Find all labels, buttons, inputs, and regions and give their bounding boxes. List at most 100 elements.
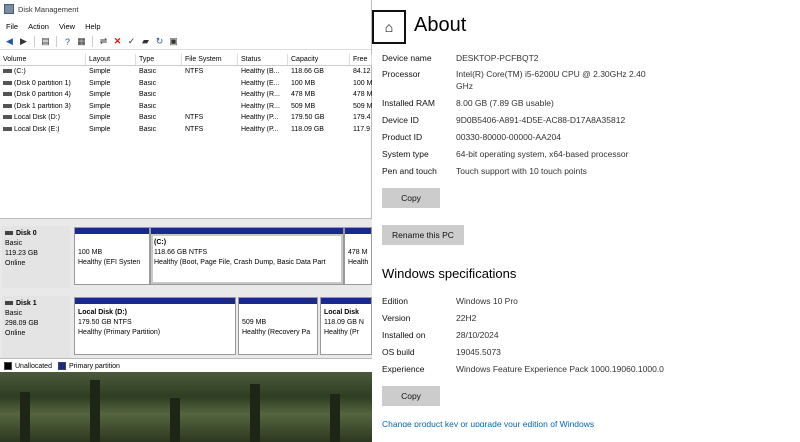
volume-cell: Simple — [89, 102, 111, 110]
forward-arrow-icon[interactable]: ▶ — [18, 36, 29, 47]
column-volume[interactable]: Volume — [0, 54, 86, 65]
volume-row[interactable]: (C:) Simple Basic NTFS Healthy (B... 118.66 G… — [0, 66, 372, 78]
volume-table: Volume Layout Type File System Status Ca… — [0, 54, 372, 135]
volume-cell: 118.09 GB — [291, 125, 324, 133]
column-layout[interactable]: Layout — [86, 54, 136, 65]
menu-file[interactable]: File — [6, 22, 18, 31]
rename-pc-button[interactable]: Rename this PC — [382, 225, 464, 245]
disk-name: Disk 1 — [16, 300, 37, 307]
column-capacity[interactable]: Capacity — [288, 54, 350, 65]
toolbar-divider — [56, 36, 57, 47]
volume-icon — [3, 115, 12, 120]
partition-e[interactable]: Local Disk 118.09 GB N Healthy (Pr — [320, 297, 372, 355]
volume-cell: Basic — [139, 79, 157, 87]
spec-label: Version — [382, 313, 411, 323]
volume-cell: 478 M — [353, 91, 372, 99]
copy-device-specs-button[interactable]: Copy — [382, 188, 440, 208]
column-status[interactable]: Status — [238, 54, 288, 65]
spec-row: OS build 19045.5073 — [382, 347, 792, 361]
spec-row: Pen and touch Touch support with 10 touch… — [382, 166, 792, 180]
connect-icon[interactable]: ⇌ — [98, 36, 109, 47]
partition-size: 118.09 GB N — [324, 319, 364, 326]
volume-cell: 100 MB — [291, 79, 316, 87]
home-icon: ⌂ — [384, 19, 394, 35]
copy-windows-specs-button[interactable]: Copy — [382, 386, 440, 406]
spec-value: Touch support with 10 touch points — [456, 166, 587, 176]
title-bar[interactable]: Disk Management — [0, 0, 371, 18]
partition-recovery[interactable]: 478 M Health — [344, 227, 372, 285]
spec-row: Installed on 28/10/2024 — [382, 330, 792, 344]
legend: Unallocated Primary partition — [0, 358, 372, 372]
disk-status: Online — [5, 330, 26, 337]
volume-cell: 179.4 — [353, 114, 371, 122]
volume-cell: NTFS — [185, 68, 204, 76]
menu-view[interactable]: View — [59, 22, 75, 31]
disk-label[interactable]: Disk 1 Basic 298.09 GB Online — [2, 296, 70, 358]
column-free[interactable]: Free — [350, 54, 372, 65]
spec-label: Pen and touch — [382, 166, 437, 176]
toolbar-divider — [34, 36, 35, 47]
partition-title: (C:) — [154, 239, 167, 246]
spec-row: Version 22H2 — [382, 313, 792, 327]
volume-cell: 84.12 — [353, 68, 371, 76]
partition-size: 179.50 GB NTFS — [78, 319, 132, 326]
windows-specifications-heading: Windows specifications — [382, 266, 517, 281]
volume-cell: Local Disk (D:) — [0, 114, 86, 121]
volume-cell: 118.66 GB — [291, 68, 324, 76]
disk-name: Disk 0 — [16, 230, 37, 237]
volume-row[interactable]: Local Disk (D:) Simple Basic NTFS Healthy (P… — [0, 112, 372, 124]
partition-recovery-2[interactable]: 509 MB Healthy (Recovery Pa — [238, 297, 318, 355]
spec-value: 9D0B5406-A891-4D5E-AC88-D17A8A35812 — [456, 115, 626, 125]
partition-d[interactable]: Local Disk (D:) 179.50 GB NTFS Healthy (… — [74, 297, 236, 355]
volume-cell: (Disk 1 partition 3) — [0, 103, 86, 110]
spec-label: System type — [382, 149, 429, 159]
spec-value: Windows Feature Experience Pack 1000.190… — [456, 364, 664, 374]
volume-icon — [3, 103, 12, 108]
help-icon[interactable]: ? — [62, 36, 73, 47]
spec-label: OS build — [382, 347, 415, 357]
disk-icon — [5, 301, 13, 306]
properties-icon[interactable]: ▦ — [76, 36, 87, 47]
spec-value: 19045.5073 — [456, 347, 501, 357]
folder-icon[interactable]: ▰ — [140, 36, 151, 47]
check-icon[interactable]: ✓ — [126, 36, 137, 47]
partition-size: 509 MB — [242, 319, 267, 326]
settings-icon[interactable]: ▣ — [168, 36, 179, 47]
spec-row: Product ID 00330-80000-00000-AA204 — [382, 132, 792, 146]
menu-help[interactable]: Help — [85, 22, 100, 31]
spec-row: Device ID 9D0B5406-A891-4D5E-AC88-D17A8A3… — [382, 115, 792, 129]
spec-value: 28/10/2024 — [456, 330, 499, 340]
legend-primary-partition: Primary partition — [57, 361, 120, 370]
upgrade-edition-link[interactable]: Change product key or upgrade your editi… — [382, 419, 594, 427]
spec-label: Product ID — [382, 132, 423, 142]
volume-cell: Simple — [89, 125, 111, 133]
home-button[interactable]: ⌂ — [372, 10, 406, 44]
spec-value: GHz — [456, 81, 473, 91]
delete-icon[interactable]: ✕ — [112, 36, 123, 47]
volume-rows: (C:) Simple Basic NTFS Healthy (B... 118.66 G… — [0, 66, 372, 135]
volume-cell: Basic — [139, 91, 157, 99]
column-type[interactable]: Type — [136, 54, 182, 65]
partition-title — [78, 238, 146, 248]
volume-row[interactable]: (Disk 1 partition 3) Simple Basic Healthy (… — [0, 101, 372, 113]
volume-cell: Healthy (E... — [241, 79, 280, 87]
disk-label[interactable]: Disk 0 Basic 119.23 GB Online — [2, 226, 70, 288]
menu-action[interactable]: Action — [28, 22, 49, 31]
partition-title: Local Disk — [324, 309, 360, 316]
volume-cell: 509 M — [353, 102, 372, 110]
about-settings-page: ⌂ About Device name DESKTOP-PCFBQT2 Proces… — [372, 0, 800, 442]
column-file-system[interactable]: File System — [182, 54, 238, 65]
desktop-background — [0, 372, 372, 442]
volume-row[interactable]: (Disk 0 partition 4) Simple Basic Healthy (… — [0, 89, 372, 101]
refresh-icon[interactable]: ↻ — [154, 36, 165, 47]
partition-efi[interactable]: 100 MB Healthy (EFI Systen — [74, 227, 150, 285]
partition-status: Healthy (Recovery Pa — [242, 329, 311, 336]
volume-cell: 179.50 GB — [291, 114, 325, 122]
partition-c[interactable]: (C:) 118.66 GB NTFS Healthy (Boot, Page … — [150, 227, 344, 285]
back-arrow-icon[interactable]: ◀ — [4, 36, 15, 47]
list-view-icon[interactable]: ▤ — [40, 36, 51, 47]
spec-row: System type 64-bit operating system, x64-… — [382, 149, 792, 163]
window-title: Disk Management — [18, 4, 79, 14]
volume-row[interactable]: Local Disk (E:) Simple Basic NTFS Healthy (P… — [0, 124, 372, 136]
volume-row[interactable]: (Disk 0 partition 1) Simple Basic Healthy (… — [0, 78, 372, 90]
